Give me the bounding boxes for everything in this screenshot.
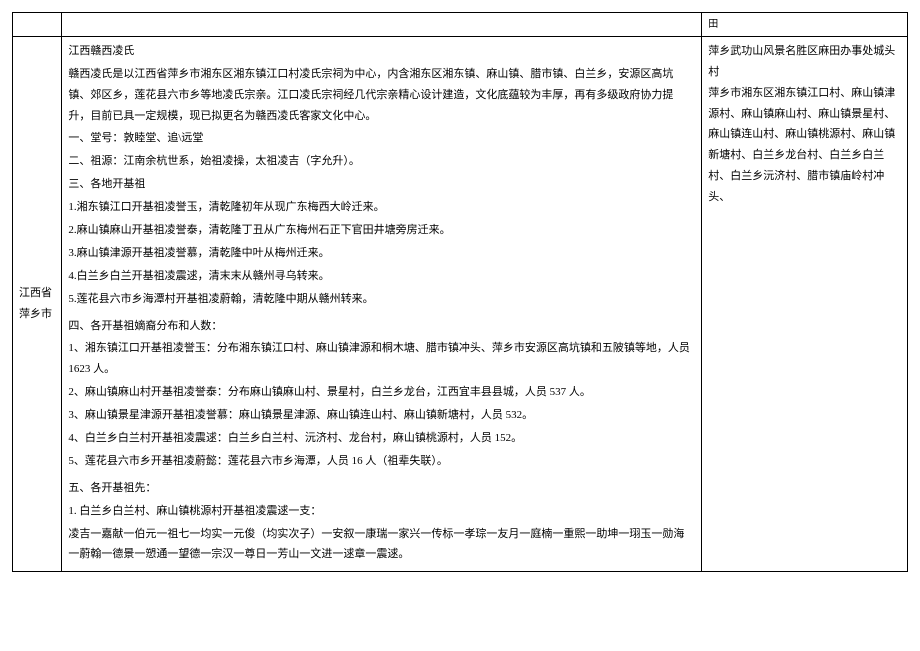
body-cell: 江西赣西凌氏 赣西凌氏是以江西省萍乡市湘东区湘东镇江口村凌氏宗祠为中心，内含湘东… [62, 36, 702, 571]
body-line5: 五、各开基祖先： [68, 478, 695, 499]
body-title: 江西赣西凌氏 [68, 41, 695, 62]
header-cell-2 [62, 13, 702, 37]
body-l3-3: 3.麻山镇津源开基祖凌誉慕，清乾隆中叶从梅州迁来。 [68, 243, 695, 264]
body-intro: 赣西凌氏是以江西省萍乡市湘东区湘东镇江口村凌氏宗祠为中心，内含湘东区湘东镇、麻山… [68, 64, 695, 127]
region-cell: 江西省萍乡市 [13, 36, 62, 571]
body-line1: 一、堂号：敦睦堂、追\远堂 [68, 128, 695, 149]
content-row: 江西省萍乡市 江西赣西凌氏 赣西凌氏是以江西省萍乡市湘东区湘东镇江口村凌氏宗祠为… [13, 36, 908, 571]
header-row: 田 [13, 13, 908, 37]
locations-text: 萍乡武功山风景名胜区麻田办事处城头村 萍乡市湘东区湘东镇江口村、麻山镇津源村、麻… [708, 41, 901, 208]
locations-cell: 萍乡武功山风景名胜区麻田办事处城头村 萍乡市湘东区湘东镇江口村、麻山镇津源村、麻… [702, 36, 908, 571]
region-text: 江西省萍乡市 [19, 283, 55, 325]
body-l4-2: 2、麻山镇麻山村开基祖凌誉泰：分布麻山镇麻山村、景星村，白兰乡龙台，江西宜丰县县… [68, 382, 695, 403]
grid-icon: 田 [708, 20, 718, 30]
body-l3-4: 4.白兰乡白兰开基祖凌震逑，清末末从赣州寻乌转来。 [68, 266, 695, 287]
body-line4: 四、各开基祖嫡裔分布和人数： [68, 316, 695, 337]
body-line2: 二、祖源：江南余杭世系，始祖凌操，太祖凌吉（字允升）。 [68, 151, 695, 172]
body-l4-4: 4、白兰乡白兰村开基祖凌震逑：白兰乡白兰村、沅济村、龙台村，麻山镇桃源村，人员 … [68, 428, 695, 449]
body-l3-1: 1.湘东镇江口开基祖凌誉玉，清乾隆初年从现广东梅西大岭迁来。 [68, 197, 695, 218]
document-table: 田 江西省萍乡市 江西赣西凌氏 赣西凌氏是以江西省萍乡市湘东区湘东镇江口村凌氏宗… [12, 12, 908, 572]
body-l3-2: 2.麻山镇麻山开基祖凌誉泰，清乾隆丁丑从广东梅州石正下官田井塘旁房迁来。 [68, 220, 695, 241]
body-l5-1: 1. 白兰乡白兰村、麻山镇桃源村开基祖凌震逑一支： [68, 501, 695, 522]
body-l5-text: 凌吉一嘉献一伯元一祖七一均实一元俊（均实次子）一安叙一康瑞一家兴一传标一孝琮一友… [68, 524, 695, 566]
body-l3-5: 5.莲花县六市乡海潭村开基祖凌蔚翰，清乾隆中期从赣州转来。 [68, 289, 695, 310]
body-l4-1: 1、湘东镇江口开基祖凌誉玉：分布湘东镇江口村、麻山镇津源和桐木塘、腊市镇冲头、萍… [68, 338, 695, 380]
body-line3: 三、各地开基祖 [68, 174, 695, 195]
header-cell-1 [13, 13, 62, 37]
body-l4-5: 5、莲花县六市乡开基祖凌蔚懿：莲花县六市乡海潭，人员 16 人（祖辈失联）。 [68, 451, 695, 472]
body-l4-3: 3、麻山镇景星津源开基祖凌誉慕：麻山镇景星津源、麻山镇连山村、麻山镇新塘村，人员… [68, 405, 695, 426]
header-cell-3: 田 [702, 13, 908, 37]
